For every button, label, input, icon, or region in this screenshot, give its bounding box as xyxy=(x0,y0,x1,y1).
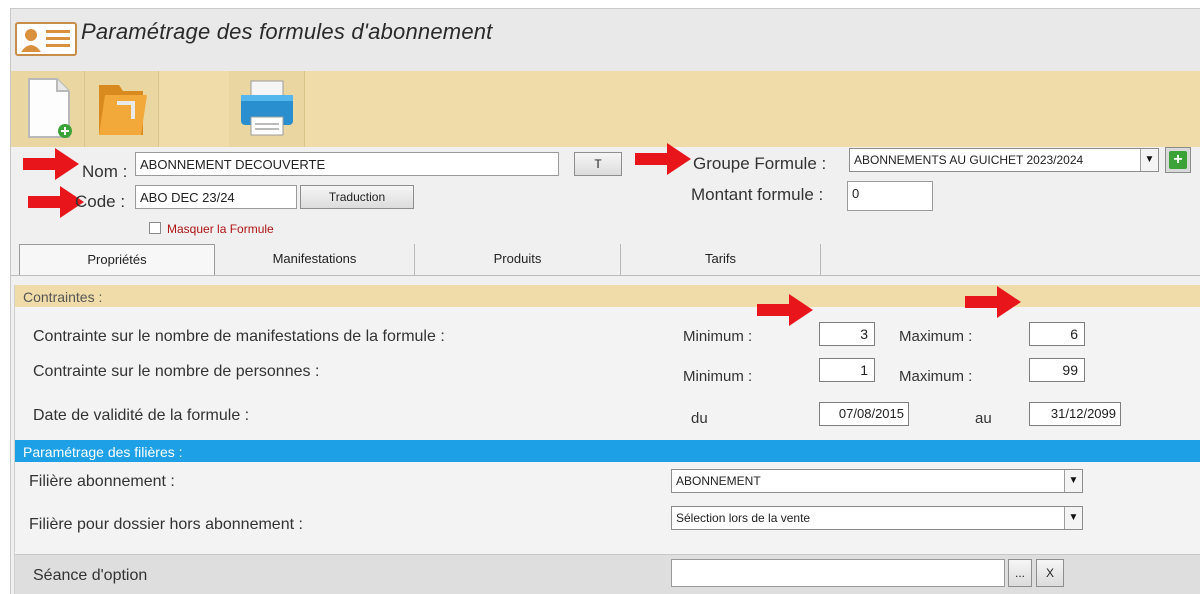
date-validite-label: Date de validité de la formule : xyxy=(33,407,250,424)
masquer-checkbox[interactable] xyxy=(149,222,161,234)
au-label: au xyxy=(975,410,992,427)
filieres-header: Paramétrage des filières : xyxy=(15,440,1200,462)
personnes-min-input[interactable]: 1 xyxy=(819,358,875,382)
masquer-label: Masquer la Formule xyxy=(167,222,274,236)
minimum-label: Minimum : xyxy=(683,328,753,345)
contrainte-manifestations-label: Contrainte sur le nombre de manifestatio… xyxy=(33,328,445,345)
montant-formule-input[interactable]: 0 xyxy=(847,181,933,211)
manifestations-max-input[interactable]: 6 xyxy=(1029,322,1085,346)
nom-input[interactable]: ABONNEMENT DECOUVERTE xyxy=(135,152,559,176)
filiere-hors-abonnement-label: Filière pour dossier hors abonnement : xyxy=(29,516,303,533)
properties-panel: Contraintes : Contrainte sur le nombre d… xyxy=(14,285,1200,594)
title-bar: Paramétrage des formules d'abonnement xyxy=(11,9,1200,71)
personnes-max-input[interactable]: 99 xyxy=(1029,358,1085,382)
groupe-formule-value: ABONNEMENTS AU GUICHET 2023/2024 xyxy=(854,153,1084,167)
new-document-icon xyxy=(28,78,72,138)
red-arrow-annotation xyxy=(965,286,1021,318)
code-input[interactable]: ABO DEC 23/24 xyxy=(135,185,297,209)
window-title: Paramétrage des formules d'abonnement xyxy=(81,19,493,44)
add-groupe-button[interactable]: + xyxy=(1165,147,1191,173)
groupe-formule-select[interactable]: ABONNEMENTS AU GUICHET 2023/2024 ▼ xyxy=(849,148,1159,172)
traduction-button[interactable]: Traduction xyxy=(300,185,414,209)
groupe-formule-label: Groupe Formule : xyxy=(693,154,827,173)
subscription-card-icon xyxy=(15,22,77,56)
tab-tarifs[interactable]: Tarifs xyxy=(621,244,821,276)
filiere-abonnement-label: Filière abonnement : xyxy=(29,473,175,490)
minimum-label: Minimum : xyxy=(683,368,753,385)
filiere-hors-abonnement-select[interactable]: Sélection lors de la vente ▼ xyxy=(671,506,1083,530)
maximum-label: Maximum : xyxy=(899,328,973,345)
code-label: Code : xyxy=(75,192,126,211)
red-arrow-annotation xyxy=(23,148,79,180)
date-du-input[interactable]: 07/08/2015 xyxy=(819,402,909,426)
chevron-down-icon[interactable]: ▼ xyxy=(1064,470,1082,492)
seance-option-input[interactable] xyxy=(671,559,1005,587)
tab-proprietes[interactable]: Propriétés xyxy=(19,244,215,276)
open-folder-icon xyxy=(99,85,147,135)
contrainte-personnes-label: Contrainte sur le nombre de personnes : xyxy=(33,363,320,380)
seance-option-row: Séance d'option ... X xyxy=(15,554,1200,594)
montant-formule-label: Montant formule : xyxy=(691,185,824,204)
manifestations-min-input[interactable]: 3 xyxy=(819,322,875,346)
du-label: du xyxy=(691,410,708,427)
open-button[interactable] xyxy=(85,71,159,147)
seance-option-label: Séance d'option xyxy=(33,567,148,584)
t-button[interactable]: T xyxy=(574,152,622,176)
nom-label: Nom : xyxy=(82,162,128,181)
print-button[interactable] xyxy=(229,71,305,147)
window: Paramétrage des formules d'abonnement No… xyxy=(10,8,1200,594)
filiere-hors-abonnement-value: Sélection lors de la vente xyxy=(676,511,811,525)
plus-icon: + xyxy=(1169,151,1187,169)
tab-produits[interactable]: Produits xyxy=(415,244,621,276)
toolbar xyxy=(11,71,1200,147)
printer-icon xyxy=(241,80,293,136)
tabs-divider xyxy=(11,275,1200,276)
chevron-down-icon[interactable]: ▼ xyxy=(1064,507,1082,529)
browse-button[interactable]: ... xyxy=(1008,559,1032,587)
clear-button[interactable]: X xyxy=(1036,559,1064,587)
filiere-abonnement-value: ABONNEMENT xyxy=(676,474,761,488)
filiere-abonnement-select[interactable]: ABONNEMENT ▼ xyxy=(671,469,1083,493)
chevron-down-icon[interactable]: ▼ xyxy=(1140,149,1158,171)
red-arrow-annotation xyxy=(757,294,813,326)
new-button[interactable] xyxy=(11,71,85,147)
maximum-label: Maximum : xyxy=(899,368,973,385)
tab-manifestations[interactable]: Manifestations xyxy=(215,244,415,276)
red-arrow-annotation xyxy=(635,143,691,175)
date-au-input[interactable]: 31/12/2099 xyxy=(1029,402,1121,426)
